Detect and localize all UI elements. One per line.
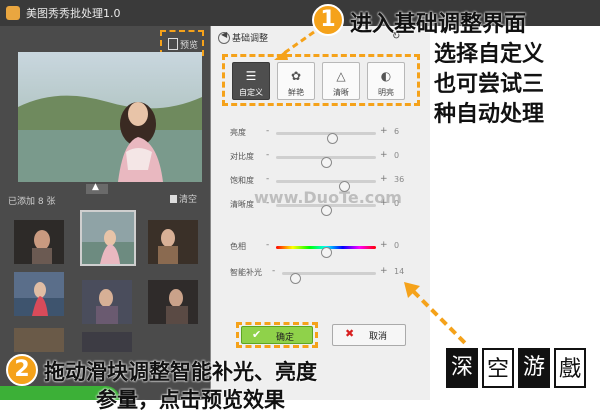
close-icon: ✖ [345, 327, 355, 340]
contrast-icon: ◐ [380, 69, 392, 83]
logo-char: 空 [482, 348, 514, 388]
triangle-icon: △ [336, 69, 346, 83]
slider-track[interactable] [282, 272, 376, 284]
step-2-badge: 2 [6, 354, 38, 386]
step-2-line-1: 拖动滑块调整智能补光、亮度 [44, 360, 317, 384]
plus-icon[interactable]: + [380, 266, 388, 276]
thumbnail[interactable] [148, 220, 198, 264]
thumbnail[interactable] [82, 332, 132, 352]
slider-value: 0 [394, 151, 400, 160]
clear-button[interactable]: 清空 [170, 192, 197, 205]
mode-label: 鲜艳 [288, 88, 304, 97]
plus-icon[interactable]: + [380, 240, 388, 250]
slider-label: 色相 [230, 242, 246, 251]
logo-char: 游 [518, 348, 550, 388]
cancel-label: 取消 [369, 332, 388, 342]
slider-label: 对比度 [230, 152, 254, 161]
panel-title: 基础调整 [232, 34, 269, 44]
preview-icon [168, 38, 178, 50]
step-1-line-4: 种自动处理 [434, 102, 545, 127]
step-1-line-2: 选择自定义 [434, 42, 545, 67]
back-arrow-icon: ◀ [221, 30, 228, 39]
slider-label: 智能补光 [230, 268, 262, 277]
flower-icon: ✿ [290, 69, 302, 83]
mode-label: 明亮 [378, 88, 394, 97]
ok-label: 确定 [276, 333, 295, 343]
thumbnail[interactable] [14, 220, 64, 264]
clear-label: 清空 [179, 195, 198, 205]
slider-thumb[interactable] [321, 247, 332, 258]
collapse-tab[interactable]: ▲ [86, 182, 108, 194]
slider-value: 6 [394, 127, 400, 136]
ok-button[interactable]: ✔ 确定 [241, 326, 313, 344]
slider-track[interactable] [276, 132, 376, 144]
trash-icon [170, 195, 177, 203]
slider-label: 清晰度 [230, 200, 254, 209]
slider-value: 0 [394, 241, 400, 250]
main-preview-photo [18, 52, 202, 182]
preview-label: 预览 [180, 41, 199, 51]
slider-brightness: 亮度 - + 6 [230, 126, 410, 144]
window-title: 美图秀秀批处理1.0 [26, 7, 121, 20]
watermark-text: www.DuoTe.com [254, 188, 402, 207]
arrow-to-modes-icon [274, 30, 315, 60]
mode-sharp-button[interactable]: △ 清晰 [322, 62, 360, 100]
slider-track[interactable] [276, 156, 376, 168]
logo-char: 戲 [554, 348, 586, 388]
slider-track[interactable] [276, 180, 376, 192]
minus-icon[interactable]: - [266, 126, 269, 136]
slider-saturation: 饱和度 - + 36 [230, 174, 410, 192]
plus-icon[interactable]: + [380, 150, 388, 160]
logo-char: 深 [446, 348, 478, 388]
thumbnail[interactable] [148, 280, 198, 324]
plus-icon[interactable]: + [380, 126, 388, 136]
mode-bright-button[interactable]: ◐ 明亮 [367, 62, 405, 100]
mode-custom-button[interactable]: ☰ 自定义 [232, 62, 270, 100]
slider-value: 36 [394, 175, 405, 184]
minus-icon[interactable]: - [266, 174, 269, 184]
step-1-line-1: 进入基础调整界面 [350, 12, 527, 37]
app-logo-icon [6, 6, 20, 20]
mode-vivid-button[interactable]: ✿ 鲜艳 [277, 62, 315, 100]
mode-label: 自定义 [239, 88, 263, 97]
minus-icon[interactable]: - [266, 150, 269, 160]
check-icon: ✔ [252, 328, 262, 341]
slider-hue: 色相 - + 0 [230, 240, 410, 258]
mode-label: 清晰 [333, 88, 349, 97]
minus-icon[interactable]: - [272, 266, 275, 276]
sliders-icon: ☰ [245, 69, 257, 83]
slider-thumb[interactable] [327, 133, 338, 144]
slider-label: 亮度 [230, 128, 246, 137]
chevron-up-icon: ▲ [92, 182, 99, 192]
step-1-line-3: 也可尝试三 [434, 72, 545, 97]
step-2-line-2: 参量，点击预览效果 [96, 388, 285, 412]
slider-label: 饱和度 [230, 176, 254, 185]
slider-track[interactable] [276, 246, 376, 258]
thumbnail[interactable] [14, 328, 64, 352]
thumbnail-selected[interactable] [80, 210, 136, 266]
minus-icon[interactable]: - [266, 240, 269, 250]
back-button[interactable]: ◀ [218, 30, 230, 44]
slider-thumb[interactable] [321, 157, 332, 168]
added-count-label: 已添加 8 张 [8, 197, 56, 207]
slider-value: 14 [394, 267, 405, 276]
thumbnail[interactable] [82, 280, 132, 324]
plus-icon[interactable]: + [380, 174, 388, 184]
slider-smart-fill-light: 智能补光 - + 14 [230, 266, 410, 284]
cancel-button[interactable]: ✖ 取消 [332, 324, 406, 346]
thumbnail[interactable] [14, 272, 64, 316]
slider-contrast: 对比度 - + 0 [230, 150, 410, 168]
